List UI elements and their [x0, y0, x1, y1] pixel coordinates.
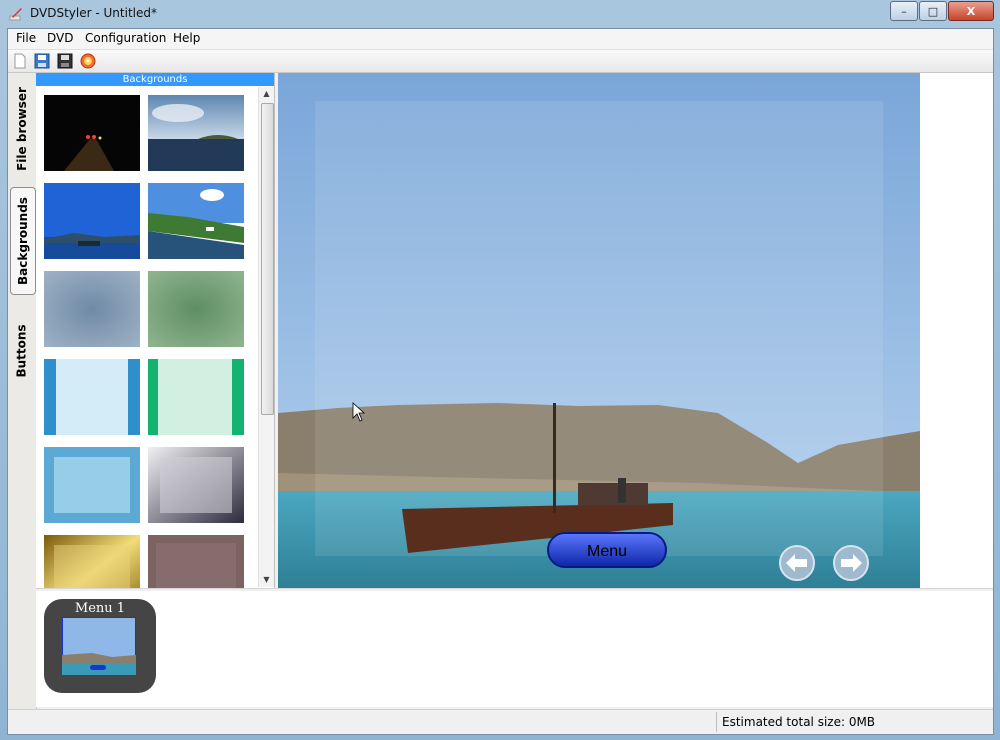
menu-thumbnail-preview	[62, 617, 136, 675]
close-button[interactable]: X	[948, 1, 994, 21]
side-tab-bar: File browser Backgrounds Buttons	[8, 73, 37, 709]
window-title: DVDStyler - Untitled*	[30, 6, 157, 20]
tab-file-browser[interactable]: File browser	[10, 77, 34, 181]
menu-editor-area: Menu	[278, 73, 993, 588]
toolbar	[8, 50, 993, 73]
scrollbar-thumb[interactable]	[261, 103, 274, 415]
background-thumb-sea-island[interactable]	[148, 95, 244, 171]
burn-disc-icon[interactable]	[80, 53, 96, 69]
panel-header: Backgrounds	[36, 73, 274, 86]
menu-file[interactable]: File	[16, 31, 36, 45]
thumbnail-grid	[44, 95, 248, 595]
new-file-icon[interactable]	[12, 53, 28, 69]
background-thumb-gray-frame[interactable]	[148, 447, 244, 523]
menu-bar: File DVD Configuration Help	[8, 29, 993, 50]
background-thumb-coast-village[interactable]	[148, 183, 244, 259]
minimize-button[interactable]: –	[890, 1, 918, 21]
tab-buttons[interactable]: Buttons	[10, 313, 34, 389]
thumbnail-scrollbar[interactable]: ▲ ▼	[258, 87, 274, 587]
scroll-up-arrow-icon[interactable]: ▲	[262, 89, 271, 98]
background-thumb-green-stripes[interactable]	[148, 359, 244, 435]
status-bar: Estimated total size: 0MB	[8, 709, 993, 734]
save-as-icon[interactable]	[57, 53, 73, 69]
menu-dvd[interactable]: DVD	[47, 31, 73, 45]
tab-buttons-label: Buttons	[15, 324, 29, 378]
estimated-size-label: Estimated total size: 0MB	[722, 715, 876, 729]
background-thumb-blue-gray-blur[interactable]	[44, 271, 140, 347]
menu-canvas[interactable]: Menu	[278, 73, 920, 588]
background-thumb-light-blue-frame[interactable]	[44, 447, 140, 523]
background-thumb-green-blur[interactable]	[148, 271, 244, 347]
menu-configuration[interactable]: Configuration	[85, 31, 166, 45]
background-thumb-blue-stripes[interactable]	[44, 359, 140, 435]
maximize-button[interactable]: □	[919, 1, 947, 21]
menu-button[interactable]: Menu	[547, 532, 667, 568]
app-icon	[9, 8, 22, 21]
backgrounds-panel: Backgrounds ▲ ▼	[36, 73, 275, 618]
arrow-left-icon[interactable]	[779, 545, 815, 581]
menu-button-label: Menu	[587, 543, 627, 560]
background-thumb-night-road[interactable]	[44, 95, 140, 171]
background-thumb-gold-frame[interactable]	[44, 535, 140, 595]
title-bar[interactable]: DVDStyler - Untitled* – □ X	[0, 0, 1000, 28]
tab-backgrounds-label: Backgrounds	[16, 197, 31, 285]
background-thumb-blue-shipwreck[interactable]	[44, 183, 140, 259]
menu-thumbnail[interactable]: Menu 1	[44, 599, 156, 693]
background-thumb-dark-texture[interactable]	[148, 535, 244, 595]
menu-help[interactable]: Help	[173, 31, 200, 45]
tab-file-browser-label: File browser	[15, 87, 29, 171]
menu-thumbnail-title: Menu 1	[74, 601, 126, 616]
client-area: File DVD Configuration Help File browser…	[7, 28, 994, 735]
menus-overview-panel: Menu 1	[36, 591, 993, 707]
tab-backgrounds[interactable]: Backgrounds	[10, 187, 36, 295]
save-icon[interactable]	[34, 53, 50, 69]
status-separator	[716, 712, 717, 732]
scroll-down-arrow-icon[interactable]: ▼	[262, 575, 271, 584]
arrow-right-icon[interactable]	[833, 545, 869, 581]
app-window: DVDStyler - Untitled* – □ X File DVD Con…	[0, 0, 1000, 740]
